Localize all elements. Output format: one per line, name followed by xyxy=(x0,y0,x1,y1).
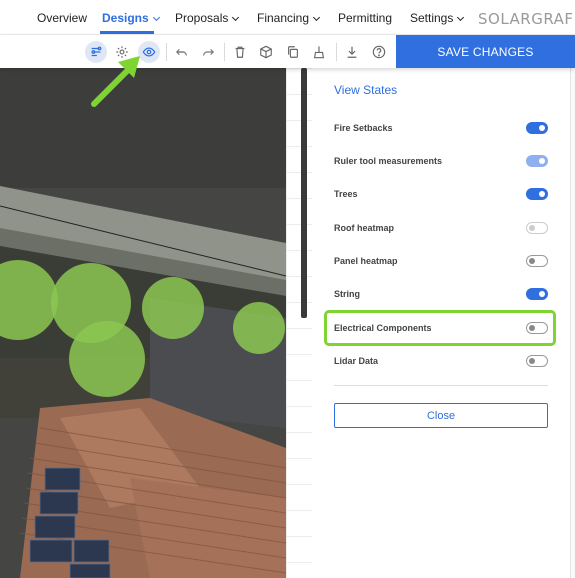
tree-markers xyxy=(0,260,285,397)
roof-heatmap-toggle[interactable] xyxy=(526,222,548,234)
nav-permitting[interactable]: Permitting xyxy=(338,11,392,25)
annotation-arrow-icon xyxy=(91,56,140,107)
row-label: String xyxy=(334,289,360,299)
row-label: Electrical Components xyxy=(334,323,432,333)
nav-overview[interactable]: Overview xyxy=(37,11,87,25)
row-fire-setbacks: Fire Setbacks xyxy=(334,120,548,140)
row-label: Fire Setbacks xyxy=(334,123,393,133)
nav-financing[interactable]: Financing xyxy=(257,11,321,25)
tree-marker[interactable] xyxy=(0,260,58,340)
nav-designs-label: Designs xyxy=(102,11,149,25)
help-icon[interactable] xyxy=(368,41,390,63)
panel-divider xyxy=(334,385,548,386)
chevron-down-icon xyxy=(232,13,240,22)
string-toggle[interactable] xyxy=(526,288,548,300)
toolbar-separator xyxy=(224,43,225,61)
view-states-panel: View States Fire Setbacks Ruler tool mea… xyxy=(312,68,570,578)
row-label: Panel heatmap xyxy=(334,256,398,266)
nav-proposals-label: Proposals xyxy=(175,11,229,25)
delete-trash-icon[interactable] xyxy=(229,41,251,63)
undo-icon[interactable] xyxy=(171,41,193,63)
tree-marker[interactable] xyxy=(142,277,204,339)
save-changes-button[interactable]: SAVE CHANGES xyxy=(396,35,575,68)
lidar-data-toggle[interactable] xyxy=(526,355,548,367)
row-trees: Trees xyxy=(334,186,548,206)
row-panel-heatmap: Panel heatmap xyxy=(334,253,548,273)
chevron-down-icon xyxy=(457,13,465,22)
panel-heatmap-toggle[interactable] xyxy=(526,255,548,267)
fire-setbacks-toggle[interactable] xyxy=(526,122,548,134)
trees-toggle[interactable] xyxy=(526,188,548,200)
nav-designs[interactable]: Designs xyxy=(102,11,160,25)
redo-icon[interactable] xyxy=(197,41,219,63)
electrical-components-toggle[interactable] xyxy=(526,322,548,334)
nav-permitting-label: Permitting xyxy=(338,11,393,25)
canvas-grid-background xyxy=(286,68,312,578)
panel-title: View States xyxy=(334,83,398,97)
row-label: Trees xyxy=(334,189,358,199)
satellite-map[interactable] xyxy=(0,68,286,578)
chevron-down-icon xyxy=(312,13,321,22)
row-string: String xyxy=(334,286,548,306)
ruler-tool-toggle[interactable] xyxy=(526,155,548,167)
design-toolbar: SAVE CHANGES xyxy=(0,34,575,68)
close-button[interactable]: Close xyxy=(334,403,548,428)
tree-marker[interactable] xyxy=(233,302,285,354)
nav-proposals[interactable]: Proposals xyxy=(175,11,240,25)
toolbar-separator xyxy=(166,43,167,61)
row-lidar-data: Lidar Data xyxy=(334,353,548,373)
nav-settings[interactable]: Settings xyxy=(410,11,465,25)
row-ruler-tool: Ruler tool measurements xyxy=(334,153,548,173)
nav-settings-label: Settings xyxy=(410,11,454,25)
row-electrical-components: Electrical Components xyxy=(334,320,548,340)
copy-icon[interactable] xyxy=(282,41,304,63)
toolbar-separator xyxy=(336,43,337,61)
top-navigation: Overview Designs Proposals Financing Per… xyxy=(0,0,575,34)
clean-icon[interactable] xyxy=(308,41,330,63)
map-scrollbar[interactable] xyxy=(301,68,307,318)
3d-box-icon[interactable] xyxy=(255,41,277,63)
nav-overview-label: Overview xyxy=(37,11,88,25)
row-label: Roof heatmap xyxy=(334,223,395,233)
solargraf-logo: SOLARGRAF xyxy=(478,10,574,28)
chevron-down-icon xyxy=(152,13,160,22)
row-label: Ruler tool measurements xyxy=(334,156,443,166)
row-label: Lidar Data xyxy=(334,356,379,366)
download-icon[interactable] xyxy=(341,41,363,63)
tree-marker[interactable] xyxy=(69,321,145,397)
row-roof-heatmap: Roof heatmap xyxy=(334,220,548,240)
panel-edge xyxy=(570,68,575,578)
nav-financing-label: Financing xyxy=(257,11,310,25)
